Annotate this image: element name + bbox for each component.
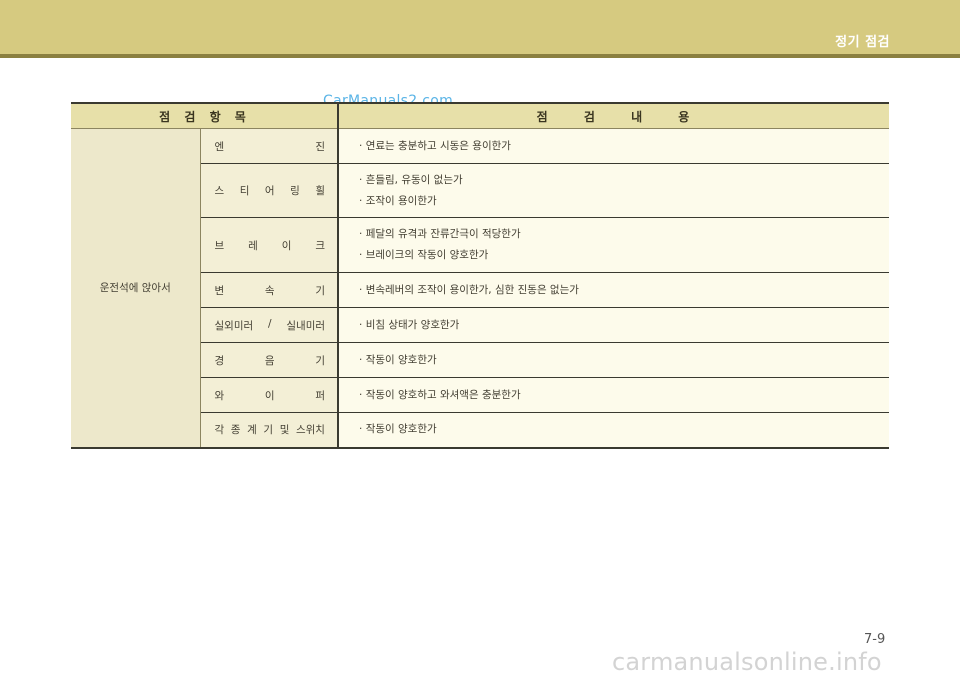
item-label-part: 변 [214, 284, 225, 297]
table-row: 운전석에 앉아서 엔 진 · 연료는 충분하고 시동은 용이한가 [71, 128, 890, 449]
inspection-content: · 변속레버의 조작이 용이한가, 심한 진동은 없는가 [338, 272, 890, 308]
item-label-part: 실외미러 [214, 319, 254, 332]
inspection-item: 브레이크 [200, 217, 340, 273]
table-header-row: 점 검 항 목 점 검 내 용 [71, 102, 890, 129]
item-label-part: 이 [264, 389, 275, 402]
item-label-part: 스 [214, 185, 225, 197]
inspection-table: 점 검 항 목 점 검 내 용 운전석에 앉아서 엔 진 · 연료는 충분하고 시동은… [71, 102, 890, 449]
item-label: 변속기 [215, 283, 326, 298]
group-label: 운전석에 앉아서 [71, 128, 201, 449]
inspection-item: 각 종 계 기 및 스위치 [200, 412, 340, 449]
item-label-part: 경 [214, 354, 225, 367]
item-label-part: 퍼 [315, 389, 326, 402]
item-label-part: 및 [279, 424, 290, 437]
watermark-bottom: carmanualsonline.info [612, 648, 882, 676]
item-label-part: 엔 [214, 140, 225, 153]
header-inspection-item: 점 검 항 목 [71, 102, 340, 129]
item-label-part: 크 [315, 239, 325, 252]
content-line: · 작동이 양호한가 [359, 353, 437, 366]
content-line: · 페달의 유격과 잔류간극이 적당한가 [359, 228, 521, 240]
item-label-part: 링 [290, 185, 300, 197]
item-label: 스티어링휠 [215, 183, 326, 198]
item-label-part: 브 [214, 239, 225, 252]
item-label-part: 레 [248, 239, 258, 252]
item-label-part: 각 [214, 424, 225, 437]
content-line: · 비침 상태가 양호한가 [359, 318, 460, 331]
item-label-part: 속 [264, 284, 275, 297]
item-label: 실외미러 / 실내미러 [215, 318, 326, 333]
content-line: · 조작이 용이한가 [359, 194, 437, 207]
item-label: 각 종 계 기 및 스위치 [215, 422, 326, 437]
item-label-part: 계 [247, 424, 257, 437]
inspection-item: 엔진 [200, 128, 340, 164]
content-line: · 작동이 양호하고 와셔액은 충분한가 [359, 388, 521, 401]
inspection-content: · 비침 상태가 양호한가 [338, 307, 890, 343]
header-band [0, 0, 960, 54]
inspection-content: · 작동이 양호한가 [338, 412, 890, 449]
content-line: · 브레이크의 작동이 양호한가 [359, 249, 489, 261]
item-label-part: 실내미러 [286, 319, 326, 332]
inspection-content: · 작동이 양호한가 [338, 342, 890, 378]
content-line: · 작동이 양호한가 [359, 423, 437, 436]
item-label: 브레이크 [215, 238, 326, 253]
content-line: · 변속레버의 조작이 용이한가, 심한 진동은 없는가 [359, 283, 579, 296]
item-label-part: / [267, 317, 272, 330]
item-label-part: 이 [281, 239, 292, 252]
inspection-item: 경음기 [200, 342, 340, 378]
item-label-part: 기 [315, 284, 326, 297]
item-label-part: 와 [214, 389, 225, 402]
header-inspection-content: 점 검 내 용 [338, 102, 890, 129]
item-label: 경음기 [215, 353, 326, 368]
item-label-part: 어 [264, 185, 275, 197]
inspection-item: 변속기 [200, 272, 340, 308]
item-label-part: 종 [230, 424, 241, 437]
content-line: · 연료는 충분하고 시동은 용이한가 [359, 139, 511, 152]
item-label-part: 진 [315, 140, 326, 153]
header-rule [0, 54, 960, 58]
inspection-content: · 흔들림, 유동이 없는가 · 조작이 용이한가 [338, 163, 890, 218]
inspection-content: · 페달의 유격과 잔류간극이 적당한가 · 브레이크의 작동이 양호한가 [338, 217, 890, 273]
item-label-part: 기 [263, 424, 274, 437]
item-label-part: 휠 [315, 185, 325, 197]
inspection-item: 실외미러 / 실내미러 [200, 307, 340, 343]
item-label: 와이퍼 [215, 388, 326, 403]
section-title: 정기 점검 [835, 35, 890, 50]
item-label-part: 티 [239, 185, 250, 197]
item-label: 엔진 [215, 139, 326, 154]
item-label-part: 음 [264, 354, 275, 367]
inspection-item: 와이퍼 [200, 377, 340, 413]
item-label-part: 스위치 [295, 424, 325, 437]
page-number: 7-9 [864, 632, 886, 647]
inspection-content: · 연료는 충분하고 시동은 용이한가 [338, 128, 890, 164]
inspection-item: 스티어링휠 [200, 163, 340, 218]
item-label-part: 기 [315, 354, 326, 367]
content-line: · 흔들림, 유동이 없는가 [359, 173, 463, 186]
inspection-content: · 작동이 양호하고 와셔액은 충분한가 [338, 377, 890, 413]
